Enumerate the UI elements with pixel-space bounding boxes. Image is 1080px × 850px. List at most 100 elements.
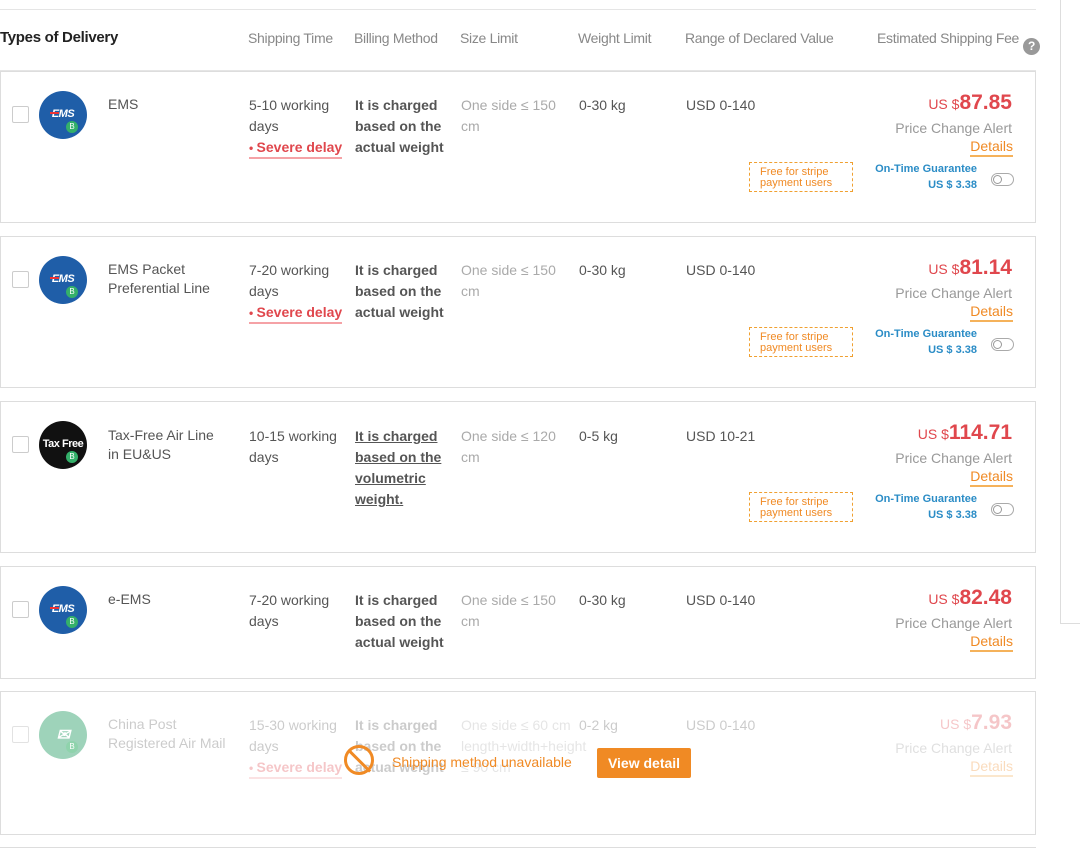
row-checkbox[interactable] [12,271,29,288]
price-currency: US $ [928,96,960,112]
ems-logo-icon: EMS B [39,91,87,139]
price-change-alert: Price Change Alert [895,450,1012,466]
severe-delay-badge: Severe delay [249,138,343,159]
size-limit: One side ≤ 150 cm [461,592,556,629]
shipping-time-text: 5-10 working days [249,97,330,134]
ems-logo-icon: EMS B [39,586,87,634]
billing-method: It is charged based on the actual weight [355,97,444,155]
badge-icon: B [66,286,78,298]
price: US $7.93 [861,711,1012,735]
next-row-edge [0,847,1036,848]
size-limit: One side ≤ 150 cm [461,262,556,299]
declared-value: USD 0-140 [686,97,756,113]
row-checkbox[interactable] [12,436,29,453]
badge-icon: B [66,741,78,753]
guarantee-toggle[interactable] [991,173,1014,186]
row-checkbox[interactable] [12,601,29,618]
details-link: Details [970,758,1013,777]
shipping-time-text: 15-30 working days [249,717,337,754]
on-time-guarantee-label: On-Time Guarantee [875,493,977,505]
billing-method[interactable]: It is charged based on the volumetric we… [355,426,450,510]
ban-icon [344,745,374,775]
declared-value: USD 0-140 [686,262,756,278]
guarantee-toggle[interactable] [991,503,1014,516]
side-panel [1060,0,1080,624]
shipping-time: 5-10 working days Severe delay [249,95,344,159]
details-link[interactable]: Details [970,633,1013,652]
delivery-name: e-EMS [108,591,151,607]
price: US $81.14 [861,256,1012,280]
unavailable-text: Shipping method unavailable [392,754,572,770]
delivery-name: EMS [108,96,139,112]
shipping-row[interactable]: Tax Free B Tax-Free Air Line in EU&US 10-… [0,401,1036,553]
on-time-guarantee-price: US $ 3.38 [928,344,977,356]
badge-icon: B [66,121,78,133]
price-currency: US $ [940,716,972,732]
on-time-guarantee-price: US $ 3.38 [928,509,977,521]
on-time-guarantee: On-Time Guarantee US $ 3.38 [861,326,977,358]
logo-text: Tax Free [42,438,84,450]
shipping-time-text: 7-20 working days [249,262,330,299]
logo-text: EMS [39,603,87,615]
price-amount: 7.93 [971,711,1012,734]
price-amount: 81.14 [959,256,1012,279]
free-for-stripe-badge: Free for stripe payment users [749,492,853,522]
col-weight-limit: Weight Limit [578,30,652,46]
shipping-row[interactable]: EMS B EMS Packet Preferential Line 7-20 w… [0,236,1036,388]
col-estimated-fee-label: Estimated Shipping Fee [877,30,1020,46]
price-amount: 82.48 [959,586,1012,609]
logo-text: EMS [39,273,87,285]
weight-limit: 0-2 kg [579,717,618,733]
badge-icon: B [66,616,78,628]
delivery-name: China Post Registered Air Mail [108,716,226,751]
row-checkbox [12,726,29,743]
declared-value: USD 10-21 [686,428,756,444]
size-limit-text: One side ≤ 60 cm [461,717,571,733]
severe-delay-badge: Severe delay [249,303,343,324]
on-time-guarantee: On-Time Guarantee US $ 3.38 [861,491,977,523]
price-amount: 87.85 [959,91,1012,114]
shipping-time: 15-30 working days Severe delay [249,715,344,779]
details-link[interactable]: Details [970,303,1013,322]
free-for-stripe-badge: Free for stripe payment users [749,327,853,357]
shipping-row[interactable]: EMS B e-EMS 7-20 working days It is charg… [0,566,1036,679]
details-link[interactable]: Details [970,468,1013,487]
china-post-logo-icon: ✉ B [39,711,87,759]
help-icon[interactable]: ? [1023,38,1041,55]
delivery-name: Tax-Free Air Line in EU&US [108,427,214,462]
tax-free-logo-icon: Tax Free B [39,421,87,469]
price: US $114.71 [861,421,1012,445]
declared-value: USD 0-140 [686,592,756,608]
view-detail-button[interactable]: View detail [597,748,691,778]
details-link[interactable]: Details [970,138,1013,157]
shipping-time: 7-20 working days [249,590,344,632]
row-checkbox[interactable] [12,106,29,123]
billing-method: It is charged based on the actual weight [355,592,444,650]
on-time-guarantee-price: US $ 3.38 [928,179,977,191]
billing-method-link[interactable]: It is charged based on the volumetric we… [355,428,441,507]
price-change-alert: Price Change Alert [895,120,1012,136]
col-size-limit: Size Limit [460,30,518,46]
shipping-time: 10-15 working days [249,426,344,468]
shipping-time-text: 10-15 working days [249,428,337,465]
price-change-alert: Price Change Alert [895,740,1012,756]
col-type: Types of Delivery [0,29,119,46]
shipping-time-text: 7-20 working days [249,592,330,629]
weight-limit: 0-30 kg [579,262,626,278]
shipping-row[interactable]: EMSB EMS 5-10 working days Severe delay I… [0,71,1036,223]
delivery-name: EMS Packet Preferential Line [108,261,210,296]
severe-delay-badge: Severe delay [249,758,343,779]
logo-text: ✉ [56,727,70,744]
col-declared-value: Range of Declared Value [685,30,834,46]
weight-limit: 0-30 kg [579,97,626,113]
guarantee-toggle[interactable] [991,338,1014,351]
price-change-alert: Price Change Alert [895,285,1012,301]
price-currency: US $ [928,591,960,607]
badge-icon: B [66,451,78,463]
billing-method: It is charged based on the actual weight [355,262,444,320]
top-divider [0,9,1036,10]
on-time-guarantee-label: On-Time Guarantee [875,328,977,340]
col-shipping-time: Shipping Time [248,30,333,46]
weight-limit: 0-5 kg [579,428,618,444]
price-currency: US $ [917,426,949,442]
